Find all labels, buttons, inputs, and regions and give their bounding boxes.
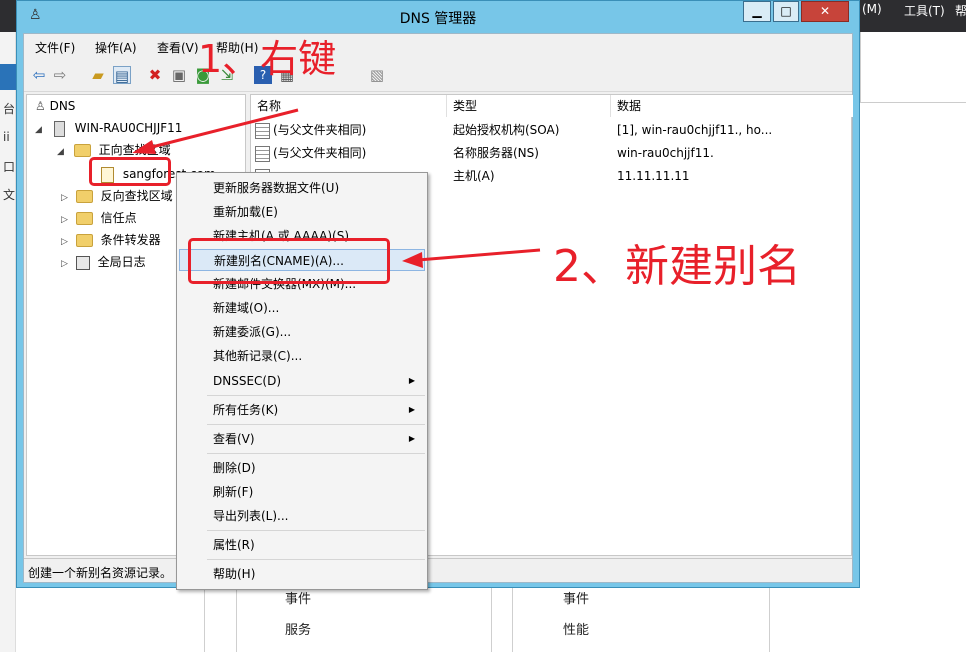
annotation-arrow-step2	[417, 248, 541, 262]
annotation-arrows	[132, 108, 541, 268]
annotation-arrowhead-step1	[132, 140, 156, 154]
annotation-arrow-step1	[147, 108, 299, 150]
annotation-arrowhead-step2	[402, 252, 423, 268]
